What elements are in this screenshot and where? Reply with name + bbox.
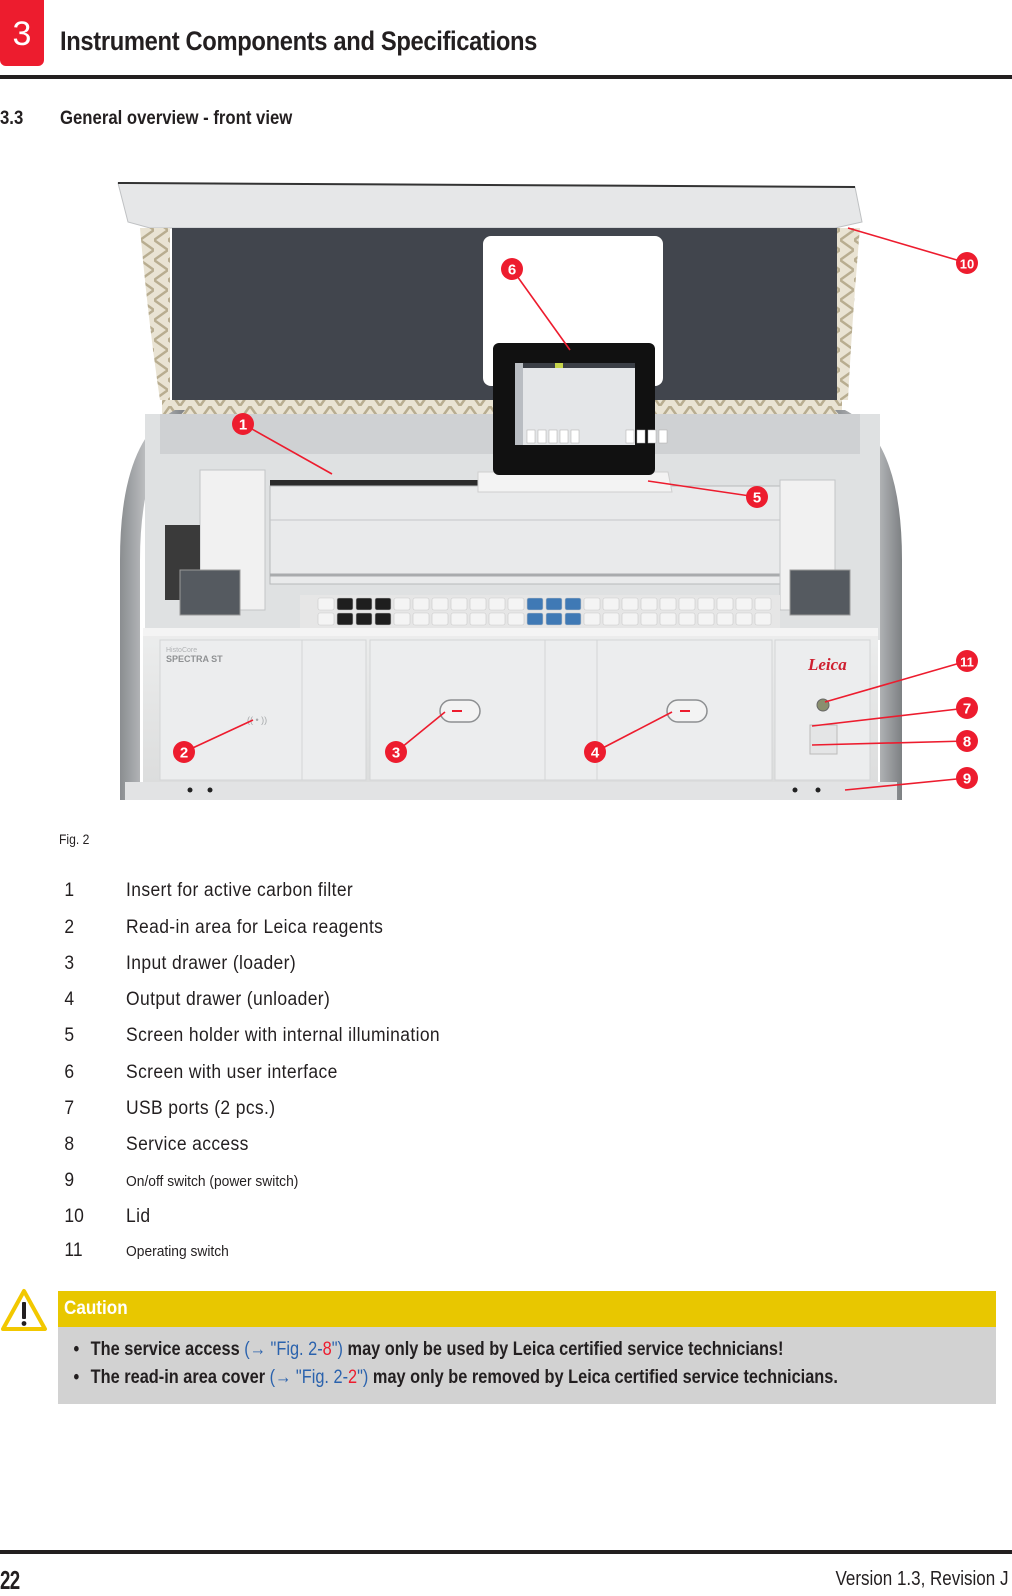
legend-text: Service access	[126, 1134, 249, 1155]
legend-text: Lid	[126, 1206, 151, 1227]
section-title: General overview - front view	[60, 108, 293, 129]
xref-prefix: (→ "Fig. 2-	[244, 1339, 323, 1360]
caution-text: may only be used by Leica certified serv…	[342, 1339, 784, 1360]
callout-label: 11	[960, 655, 974, 670]
page-number: 22	[0, 1565, 20, 1595]
legend-number: 11	[64, 1240, 83, 1261]
caution-text: The read-in area cover	[90, 1367, 270, 1388]
footer-rule	[0, 1550, 1012, 1554]
version-label: Version 1.3, Revision J	[835, 1568, 1008, 1590]
bullet-icon: •	[73, 1339, 80, 1360]
caution-text: may only be removed by Leica certified s…	[368, 1367, 838, 1388]
legend-number: 6	[64, 1062, 75, 1083]
legend-number: 5	[64, 1025, 75, 1046]
legend-number: 8	[64, 1134, 75, 1155]
legend-number: 1	[64, 880, 75, 901]
callout-label: 8	[963, 734, 971, 751]
xref-prefix: (→ "Fig. 2-	[269, 1367, 349, 1388]
caution-item: • The service access (→ "Fig. 2-8") may o…	[58, 1336, 865, 1364]
legend-number: 7	[64, 1098, 75, 1119]
callout-label: 10	[960, 257, 974, 272]
legend-text: On/off switch (power switch)	[126, 1173, 299, 1190]
caution-box: Caution • The service access (→ "Fig. 2-8…	[58, 1291, 996, 1404]
header-rule	[0, 75, 1012, 79]
read-in-area-symbol: (( • ))	[247, 715, 267, 725]
legend-number: 3	[64, 953, 75, 974]
callout-label: 6	[508, 262, 516, 279]
instrument-illustration: (( • )) HistoCore SPECTRA ST Leica 1 2 3 4 5…	[117, 182, 978, 800]
warning-triangle-icon	[1, 1289, 47, 1331]
xref-number: 2	[348, 1367, 358, 1388]
callout-label: 5	[753, 490, 761, 507]
legend-text: Output drawer (unloader)	[126, 989, 331, 1010]
chapter-title: Instrument Components and Specifications	[60, 26, 538, 56]
caution-text: The service access	[90, 1339, 245, 1360]
figure-cross-reference-link[interactable]: (→ "Fig. 2-8")	[244, 1339, 343, 1360]
legend-number: 2	[64, 917, 75, 938]
legend-text: Insert for active carbon filter	[126, 880, 354, 901]
instrument-figure: (( • )) HistoCore SPECTRA ST Leica 1 2 3 4 5…	[0, 170, 1012, 810]
legend-number: 10	[64, 1206, 84, 1227]
legend-text: Screen with user interface	[126, 1062, 338, 1083]
legend-text: USB ports (2 pcs.)	[126, 1098, 276, 1119]
section-number: 3.3	[0, 108, 24, 129]
xref-suffix: ")	[357, 1367, 369, 1388]
front-panel: (( • ))	[125, 628, 897, 800]
legend-number: 4	[64, 989, 75, 1010]
legend-text: Operating switch	[126, 1243, 229, 1260]
service-access-cover	[809, 724, 838, 755]
caution-body: • The service access (→ "Fig. 2-8") may o…	[58, 1327, 996, 1404]
caution-item: • The read-in area cover (→ "Fig. 2-2") m…	[58, 1364, 865, 1392]
caution-title: Caution	[64, 1298, 128, 1319]
legend-number: 9	[64, 1170, 75, 1191]
xref-number: 8	[322, 1339, 332, 1360]
callout-label: 1	[239, 417, 247, 434]
touch-screen	[493, 343, 668, 475]
callout-label: 9	[963, 771, 971, 788]
legend-text: Screen holder with internal illumination	[126, 1025, 441, 1046]
bullet-icon: •	[73, 1367, 80, 1388]
leica-logo: Leica	[807, 655, 847, 674]
figure-caption: Fig. 2	[59, 832, 90, 847]
legend-text: Input drawer (loader)	[126, 953, 297, 974]
callout-label: 4	[591, 745, 600, 762]
brand-line-1: HistoCore	[166, 647, 197, 654]
chapter-number-badge: 3	[0, 0, 44, 66]
xref-suffix: ")	[331, 1339, 343, 1360]
brand-line-2: SPECTRA ST	[166, 654, 223, 664]
legend-text: Read-in area for Leica reagents	[126, 917, 384, 938]
reagent-rack	[300, 595, 780, 630]
caution-header: Caution	[58, 1291, 996, 1327]
callout-label: 3	[392, 745, 400, 762]
callout-label: 7	[963, 701, 971, 718]
callout-leader-line	[847, 227, 968, 264]
figure-cross-reference-link[interactable]: (→ "Fig. 2-2")	[270, 1367, 369, 1388]
callout-label: 2	[180, 745, 188, 762]
